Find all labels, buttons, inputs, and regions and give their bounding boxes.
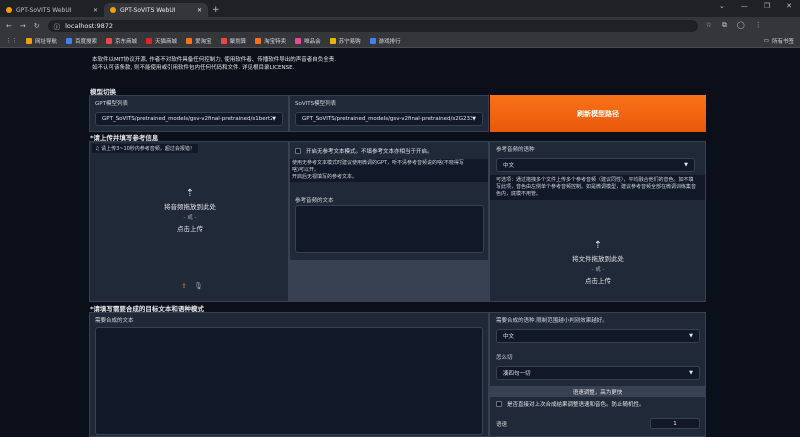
browser-tab-bar: GPT-SoVITS WebUI ✕ GPT-SoVITS WebUI ✕ + … <box>0 0 800 17</box>
reuse-last-result-row[interactable]: 是否直接对上次合成结果调整语速和音色。防止随机性。 <box>496 400 645 408</box>
ref-text-input[interactable] <box>295 205 484 253</box>
speed-adjust-header: 语速调整，高为更快 <box>490 386 705 397</box>
address-bar[interactable]: ⓘ localhost:9872 <box>47 19 698 32</box>
ref-audio-hint: ♫ 请上传3~10秒内参考音频，超过会报错！ <box>92 144 198 153</box>
synth-text-label: 需要合成的文本 <box>95 318 134 324</box>
bookmark-item[interactable]: 网址导航 <box>26 37 57 45</box>
address-text: localhost:9872 <box>65 21 114 30</box>
browser-tab[interactable]: GPT-SoVITS WebUI ✕ <box>0 3 104 17</box>
tab-title: GPT-SoVITS WebUI <box>120 6 176 14</box>
bookmarks-bar: ⋮⋮ 网址导航 百度搜索 京东商城 天猫商城 爱淘宝 聚划算 淘宝特卖 唯品会 … <box>0 34 800 48</box>
bookmark-icon <box>106 37 113 44</box>
apps-icon[interactable]: ⋮⋮ <box>6 38 17 44</box>
upload-file-icon[interactable]: ⇪ <box>181 282 187 290</box>
all-bookmarks[interactable]: ▭ 所有书签 <box>764 37 794 45</box>
synth-text-block: 需要合成的文本 <box>89 312 489 437</box>
ref-lang-block: 参考音频的语种 中文 ▼ 可选项：通过拖拽多个文件上传多个参考音频（建议同性），… <box>489 141 706 302</box>
browser-tab-active[interactable]: GPT-SoVITS WebUI ✕ <box>104 3 208 17</box>
ref-lang-label: 参考音频的语种 <box>496 147 535 153</box>
new-tab-icon[interactable]: + <box>212 5 220 15</box>
reuse-last-result-checkbox[interactable] <box>496 401 502 407</box>
tab-title: GPT-SoVITS WebUI <box>16 6 72 14</box>
bookmark-icon <box>146 37 153 44</box>
webui-page: 本软件以MIT协议开源, 作者不对软件具备任何控制力, 使用软件者、传播软件导出… <box>0 48 800 437</box>
sovits-model-dropdown[interactable]: GPT_SoVITS/pretrained_models/gsv-v2final… <box>295 112 483 126</box>
no-ref-mode-note: 使用无参考文本模式时建议使用微调的GPT，听不清参考音频说的啥(不晓得写 啥)可… <box>290 159 488 182</box>
chevron-down-icon: ▼ <box>684 162 688 168</box>
bookmark-icon <box>255 37 262 44</box>
browser-toolbar: ← → ↻ ⓘ localhost:9872 ☆ ⧉ ◯ ⋮ <box>0 17 800 34</box>
folder-icon: ▭ <box>763 37 769 44</box>
bookmark-item[interactable]: 游戏排行 <box>369 37 401 45</box>
multi-ref-note: 可选项：通过拖拽多个文件上传多个参考音频（建议同性），平均融合他们的音色。如不填… <box>490 175 705 200</box>
synth-lang-dropdown[interactable]: 中文 ▼ <box>496 329 700 343</box>
ref-lang-dropdown[interactable]: 中文 ▼ <box>496 158 695 172</box>
bookmark-item[interactable]: 唯品会 <box>295 37 321 45</box>
bookmark-item[interactable]: 京东商城 <box>106 37 137 45</box>
speed-label: 语速 <box>496 422 508 428</box>
chevron-down-icon[interactable]: ⌄ <box>719 2 725 10</box>
info-icon[interactable]: ⓘ <box>54 21 61 31</box>
bookmark-item[interactable]: 淘宝特卖 <box>255 37 286 45</box>
close-window-icon[interactable]: ✕ <box>786 2 792 10</box>
cut-method-dropdown[interactable]: 凑四句一切 ▼ <box>496 366 700 380</box>
chevron-down-icon: ▼ <box>472 116 476 122</box>
restore-icon[interactable]: ❐ <box>764 2 770 10</box>
chevron-down-icon: ▼ <box>689 333 693 339</box>
speed-input[interactable]: 1 <box>650 418 700 429</box>
no-ref-mode-checkbox[interactable] <box>295 148 301 154</box>
favicon-icon <box>110 7 116 13</box>
reload-icon[interactable]: ↻ <box>34 22 40 30</box>
ref-text-label: 参考音频的文本 <box>295 198 334 204</box>
sovits-model-block: SoVITS模型列表 GPT_SoVITS/pretrained_models/… <box>289 95 489 132</box>
refresh-models-button[interactable]: 刷新模型路径 <box>490 95 706 132</box>
cut-method-label: 怎么切 <box>496 355 513 361</box>
star-icon[interactable]: ☆ <box>706 21 712 30</box>
extensions-icon[interactable]: ⧉ <box>722 21 727 30</box>
sovits-model-label: SoVITS模型列表 <box>295 101 337 107</box>
menu-icon[interactable]: ⋮ <box>755 21 762 30</box>
bookmark-item[interactable]: 百度搜索 <box>66 37 97 45</box>
gpt-model-label: GPT模型列表 <box>95 101 128 107</box>
license-notice: 本软件以MIT协议开源, 作者不对软件具备任何控制力, 使用软件者、传播软件导出… <box>92 57 336 71</box>
upload-icon: ⇡ <box>185 188 195 199</box>
ref-audio-upload-block: ♫ 请上传3~10秒内参考音频，超过会报错！ ⇡ 将音频拖放到此处 - 或 - … <box>89 141 289 302</box>
upload-icon: ⇡ <box>593 240 603 251</box>
bookmark-icon <box>369 37 376 44</box>
music-icon: ♫ <box>95 146 100 152</box>
bookmark-icon <box>66 37 73 44</box>
bookmark-icon <box>220 37 227 44</box>
ref-text-block: 开启无参考文本模式。不填参考文本亦相当于开启。 使用无参考文本模式时建议使用微调… <box>289 141 489 302</box>
close-icon[interactable]: ✕ <box>197 7 202 14</box>
bookmark-item[interactable]: 爱淘宝 <box>186 37 212 45</box>
back-icon[interactable]: ← <box>6 22 12 30</box>
chevron-down-icon: ▼ <box>689 370 693 376</box>
ref-text-spacer <box>290 260 488 301</box>
no-ref-mode-row[interactable]: 开启无参考文本模式。不填参考文本亦相当于开启。 <box>295 147 433 155</box>
multi-ref-dropzone[interactable]: ⇡ 将文件拖放到此处 - 或 - 点击上传 <box>556 240 640 285</box>
ref-audio-dropzone[interactable]: ⇡ 将音频拖放到此处 - 或 - 点击上传 <box>150 188 230 233</box>
gpt-model-block: GPT模型列表 GPT_SoVITS/pretrained_models/gsv… <box>89 95 289 132</box>
chevron-down-icon: ▼ <box>272 116 276 122</box>
forward-icon[interactable]: → <box>20 22 26 30</box>
favicon-icon <box>6 7 12 13</box>
bookmark-icon <box>329 37 336 44</box>
bookmark-item[interactable]: 苏宁易购 <box>329 37 361 45</box>
minimize-icon[interactable]: — <box>741 2 748 10</box>
bookmark-icon <box>186 37 193 44</box>
gpt-model-dropdown[interactable]: GPT_SoVITS/pretrained_models/gsv-v2final… <box>95 112 283 126</box>
microphone-icon[interactable]: 🎙 <box>194 282 203 290</box>
close-icon[interactable]: ✕ <box>93 7 98 14</box>
bookmark-icon <box>295 37 302 44</box>
synth-lang-label: 需要合成的语种.限制范围越小判别效果越好。 <box>496 318 608 324</box>
window-controls: ⌄ — ❐ ✕ <box>719 2 800 10</box>
bookmark-icon <box>26 37 32 44</box>
synth-options-block: 需要合成的语种.限制范围越小判别效果越好。 中文 ▼ 怎么切 凑四句一切 ▼ 语… <box>489 312 706 437</box>
synth-text-input[interactable] <box>95 327 483 435</box>
bookmark-item[interactable]: 天猫商城 <box>146 37 177 45</box>
profile-icon[interactable]: ◯ <box>737 21 745 30</box>
bookmark-item[interactable]: 聚划算 <box>220 37 246 45</box>
